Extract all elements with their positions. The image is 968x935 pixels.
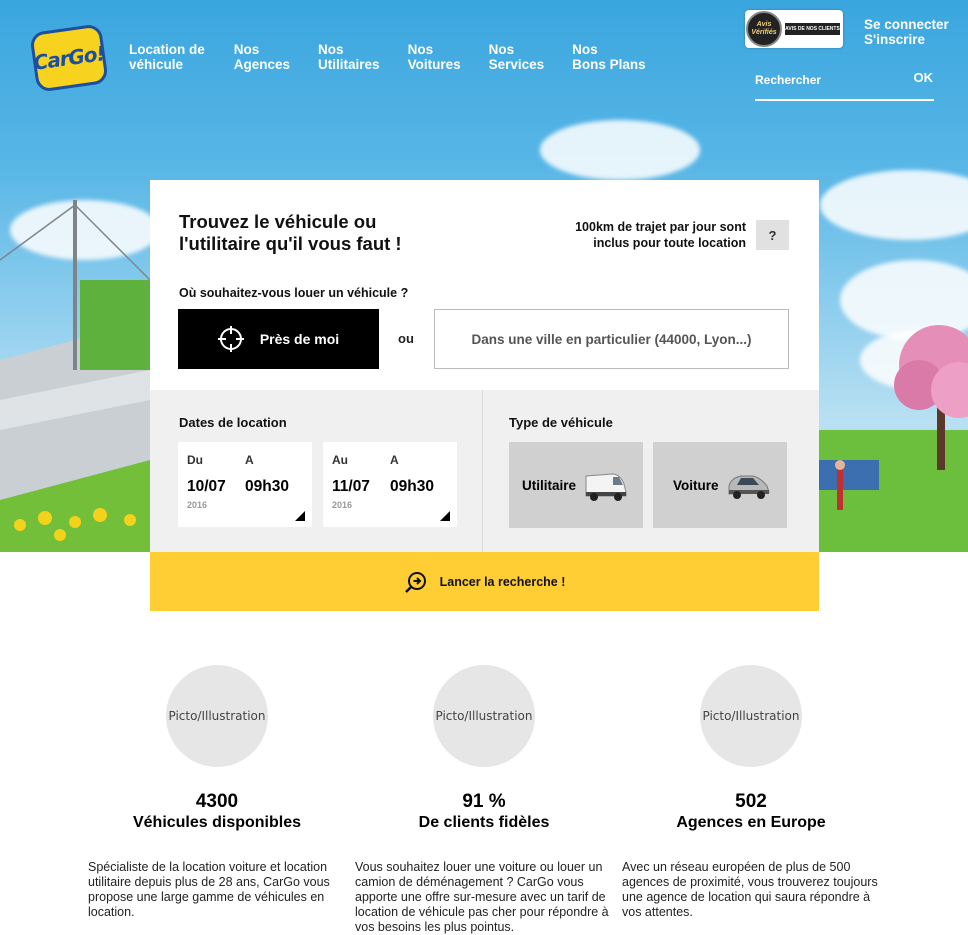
start-time-value: 09h30 — [245, 478, 289, 495]
location-question: Où souhaitez-vous louer un véhicule ? — [179, 286, 409, 300]
end-day-label: Au — [332, 453, 348, 467]
dropdown-corner-icon — [440, 511, 450, 521]
start-day-label: Du — [187, 453, 203, 467]
start-date-value: 10/07 — [187, 478, 226, 495]
stat-description: Vous souhaitez louer une voiture ou loue… — [355, 860, 609, 934]
km-included-note: 100km de trajet par jour sont inclus pou… — [575, 220, 746, 250]
vehicle-type-label-voiture: Voiture — [673, 477, 719, 493]
near-me-label: Près de moi — [259, 331, 340, 347]
reviews-badge-label: AVIS DE NOS CLIENTS — [785, 23, 840, 35]
crosshair-icon — [217, 326, 244, 352]
dates-and-type-panel: Dates de location Du A 10/07 09h30 2016 … — [150, 390, 819, 552]
stat-loyal-clients: Picto/Illustration 91 % De clients fidèl… — [351, 665, 617, 832]
logo-text: CarGo! — [32, 41, 106, 75]
nav-services[interactable]: Nos Services — [489, 42, 545, 72]
dropdown-corner-icon — [295, 511, 305, 521]
stat-value: 4300 — [195, 791, 239, 812]
search-card: Trouvez le véhicule ou l'utilitaire qu'i… — [150, 180, 819, 611]
picto-illustration: Picto/Illustration — [433, 665, 535, 767]
picto-illustration: Picto/Illustration — [700, 665, 802, 767]
nav-voitures[interactable]: Nos Voitures — [408, 42, 461, 72]
city-input[interactable] — [434, 309, 789, 369]
vehicle-type-label: Type de véhicule — [509, 415, 613, 430]
search-ok-button[interactable]: OK — [914, 70, 934, 85]
bridge-illustration — [0, 200, 151, 552]
verified-reviews-badge[interactable]: Avis Vérifiés AVIS DE NOS CLIENTS — [745, 10, 843, 48]
start-year-value: 2016 — [187, 500, 208, 510]
car-icon — [728, 475, 770, 499]
nav-agences[interactable]: Nos Agences — [234, 42, 290, 72]
end-year-value: 2016 — [332, 500, 353, 510]
site-search: OK — [755, 70, 934, 101]
vehicle-type-voiture[interactable]: Voiture — [653, 442, 787, 528]
nav-location-vehicule[interactable]: Location de véhicule — [129, 42, 205, 72]
help-button[interactable]: ? — [756, 220, 789, 250]
stat-vehicles: Picto/Illustration 4300 Véhicules dispon… — [84, 665, 350, 832]
park-illustration — [819, 325, 968, 552]
end-date-picker[interactable]: Au A 11/07 09h30 2016 — [323, 442, 457, 527]
verified-reviews-seal-icon: Avis Vérifiés — [746, 11, 782, 47]
vehicle-type-utilitaire[interactable]: Utilitaire — [509, 442, 643, 528]
or-separator: ou — [398, 331, 414, 346]
search-arrow-icon — [404, 571, 426, 593]
start-date-picker[interactable]: Du A 10/07 09h30 2016 — [178, 442, 312, 527]
stat-description: Avec un réseau européen de plus de 500 a… — [622, 860, 878, 919]
nav-utilitaires[interactable]: Nos Utilitaires — [318, 42, 380, 72]
login-link[interactable]: Se connecter — [864, 17, 949, 32]
stat-label: De clients fidèles — [418, 814, 550, 831]
cargo-logo[interactable]: CarGo! — [29, 23, 109, 93]
stat-agencies: Picto/Illustration 502 Agences en Europe — [618, 665, 884, 832]
van-icon — [585, 473, 627, 501]
register-link[interactable]: S'inscrire — [864, 32, 949, 47]
stat-description: Spécialiste de la location voiture et lo… — [88, 860, 330, 919]
stat-value: 502 — [735, 791, 767, 812]
stat-label: Agences en Europe — [676, 814, 826, 831]
end-time-value: 09h30 — [390, 478, 434, 495]
card-title: Trouvez le véhicule ou l'utilitaire qu'i… — [179, 211, 402, 254]
launch-search-button[interactable]: Lancer la recherche ! — [150, 552, 819, 611]
stat-label: Véhicules disponibles — [132, 814, 302, 831]
picto-illustration: Picto/Illustration — [166, 665, 268, 767]
stat-value: 91 % — [462, 791, 506, 812]
nav-bons-plans[interactable]: Nos Bons Plans — [572, 42, 646, 72]
end-date-value: 11/07 — [332, 478, 370, 495]
end-time-label: A — [390, 453, 399, 467]
near-me-button[interactable]: Près de moi — [178, 309, 379, 369]
vehicle-type-label-utilitaire: Utilitaire — [522, 477, 577, 493]
start-time-label: A — [245, 453, 254, 467]
launch-search-label: Lancer la recherche ! — [439, 574, 566, 589]
search-input[interactable] — [755, 73, 905, 87]
panel-divider — [482, 390, 483, 552]
dates-label: Dates de location — [179, 415, 287, 430]
account-links: Se connecter S'inscrire — [864, 17, 949, 47]
main-nav: Location de véhicule Nos Agences Nos Utilit… — [129, 42, 674, 72]
